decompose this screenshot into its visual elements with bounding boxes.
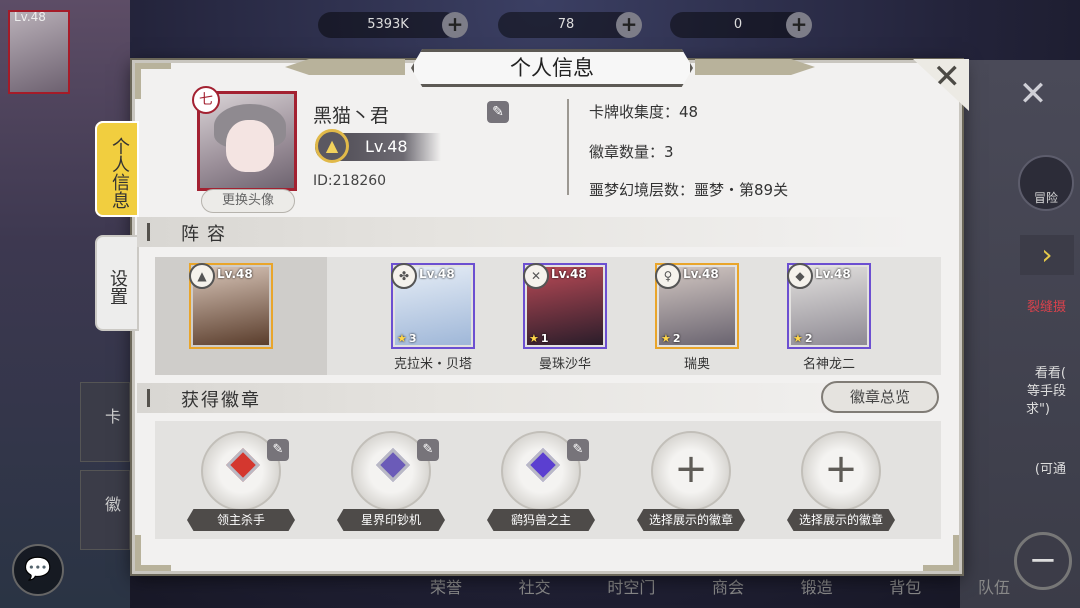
edit-badge-icon[interactable]: ✎ [267, 439, 289, 461]
change-avatar-button[interactable]: 更换头像 [201, 189, 295, 213]
badge-overview-button[interactable]: 徽章总览 [821, 381, 939, 413]
plus-icon: + [824, 446, 858, 492]
nav-item[interactable]: 荣誉 [430, 574, 462, 600]
plus-icon: + [674, 446, 708, 492]
avatar[interactable]: 七 [192, 86, 297, 191]
nav-item[interactable]: 队伍 [978, 574, 1010, 600]
tab-settings[interactable]: 设置 [95, 235, 139, 331]
gem-counter: 78 [498, 12, 634, 38]
hero-level: Lv.48 [217, 267, 253, 281]
add-gold-button[interactable]: + [442, 12, 468, 38]
background-tab[interactable]: 卡 [80, 382, 130, 462]
hero-class-icon: ◆ [787, 263, 813, 289]
badge-count-stat: 徽章数量：3 [589, 143, 674, 161]
player-id: ID:218260 [313, 173, 387, 189]
badge-gem-icon [226, 448, 260, 482]
corner-ornament [135, 63, 171, 99]
badges-title: 获得徽章 [181, 390, 261, 411]
hero-class-icon: ✕ [523, 263, 549, 289]
edit-badge-icon[interactable]: ✎ [417, 439, 439, 461]
hero-card[interactable]: ♀ Lv.48 ★ 2 [655, 263, 739, 349]
background-level: Lv.48 [14, 10, 46, 24]
hero-stars: ★ 2 [661, 332, 681, 345]
badge-label: 选择展示的徽章 [637, 509, 745, 531]
avatar-face [226, 120, 274, 172]
background-text: (可通 [1034, 462, 1066, 477]
close-icon[interactable]: ✕ [913, 59, 969, 111]
hero-level: Lv.48 [551, 267, 587, 281]
hero-card[interactable]: ✕ Lv.48 ★ 1 [523, 263, 607, 349]
badges-header: 获得徽章 [137, 383, 917, 413]
nav-item[interactable]: 背包 [889, 574, 921, 600]
badge-label: 选择展示的徽章 [787, 509, 895, 531]
player-name: 黑猫丶君 [313, 105, 390, 127]
hero-name: 名神龙二 [802, 357, 855, 372]
edit-name-icon[interactable]: ✎ [487, 101, 509, 123]
hero-card[interactable]: ◆ Lv.48 ★ 2 [787, 263, 871, 349]
hero-class-icon: ♀ [655, 263, 681, 289]
badge-label: 星界印钞机 [337, 509, 445, 531]
gold-counter: 5393K [318, 12, 458, 38]
hero-level: Lv.48 [683, 267, 719, 281]
badge-medallion: + [651, 431, 731, 511]
badge-label: 领主杀手 [187, 509, 295, 531]
add-gem-button[interactable]: + [616, 12, 642, 38]
background-text: 看看( [1034, 366, 1066, 381]
corner-ornament [135, 535, 171, 571]
hero-card[interactable]: ▲ Lv.48 [189, 263, 273, 349]
banner-ornament [695, 59, 815, 75]
lineup-title: 阵容 [181, 224, 233, 245]
badge-slot[interactable]: ✎ 领主杀手 [181, 429, 301, 533]
badge-medallion: + [801, 431, 881, 511]
badge-slot[interactable]: ✎ 星界印钞机 [331, 429, 451, 533]
hero-name: 克拉米・贝塔 [393, 357, 472, 372]
hero-stars: ★ 1 [529, 332, 549, 345]
hero-stars: ★ 3 [397, 332, 417, 345]
dialog-title: 个人信息 [411, 49, 693, 87]
background-close-icon[interactable]: ✕ [1014, 75, 1052, 113]
badges-area: ✎ 领主杀手 ✎ 星界印钞机 ✎ 鹞犸兽之主 + 选择展示的徽章 + 选择展示的徽章 [155, 421, 941, 539]
badge-gem-icon [526, 448, 560, 482]
chevron-right-icon[interactable]: › [1020, 235, 1074, 275]
nav-item[interactable]: 社交 [519, 574, 551, 600]
empty-badge-slot[interactable]: + 选择展示的徽章 [631, 429, 751, 533]
hero-name: 瑞奥 [683, 357, 710, 372]
avatar-badge: 七 [192, 86, 220, 114]
divider [567, 99, 569, 195]
hero-name: 曼珠沙华 [538, 357, 591, 372]
empty-badge-slot[interactable]: + 选择展示的徽章 [781, 429, 901, 533]
lineup-header: 阵容 [137, 217, 917, 247]
nightmare-floor-stat: 噩梦幻境层数：噩梦・第89关 [589, 181, 789, 199]
personal-info-dialog: 个人信息 ✕ 个人信息 设置 七 更换头像 黑猫丶君 ✎ Lv.48 ▲ ID:… [95, 49, 969, 574]
bottom-nav: 荣誉 社交 时空门 商会 锻造 背包 队伍 [430, 574, 1010, 600]
lineup-area: ▲ Lv.48 ✤ Lv.48 ★ 3 克拉米・贝塔 ✕ Lv.48 ★ 1 曼珠沙华 ♀ Lv.48 ★ 2… [155, 257, 941, 375]
chat-icon[interactable]: 💬 [12, 544, 64, 596]
hero-stars: ★ 2 [793, 332, 813, 345]
background-text: 求") [1025, 402, 1050, 417]
hero-level: Lv.48 [815, 267, 851, 281]
banner-ornament [285, 59, 405, 75]
hero-class-icon: ✤ [391, 263, 417, 289]
edit-badge-icon[interactable]: ✎ [567, 439, 589, 461]
minus-icon[interactable]: − [1014, 532, 1072, 590]
background-text: 等手段 [1026, 384, 1066, 399]
card-collection-stat: 卡牌收集度：48 [589, 103, 699, 121]
nav-item[interactable]: 商会 [712, 574, 744, 600]
hero-card[interactable]: ✤ Lv.48 ★ 3 [391, 263, 475, 349]
level-rank-icon: ▲ [315, 129, 349, 163]
background-text: 裂缝摄 [1026, 300, 1066, 315]
add-energy-button[interactable]: + [786, 12, 812, 38]
badge-label: 鹞犸兽之主 [487, 509, 595, 531]
nav-item[interactable]: 锻造 [801, 574, 833, 600]
tab-personal-info[interactable]: 个人信息 [95, 121, 139, 217]
corner-ornament [923, 535, 959, 571]
hero-level: Lv.48 [419, 267, 455, 281]
badge-slot[interactable]: ✎ 鹞犸兽之主 [481, 429, 601, 533]
hero-class-icon: ▲ [189, 263, 215, 289]
background-tab[interactable]: 徽 [80, 470, 130, 550]
nav-item[interactable]: 时空门 [607, 574, 655, 600]
background-right-panel [960, 60, 1080, 608]
badge-gem-icon [376, 448, 410, 482]
adventure-button[interactable]: 冒险 [1018, 155, 1074, 211]
